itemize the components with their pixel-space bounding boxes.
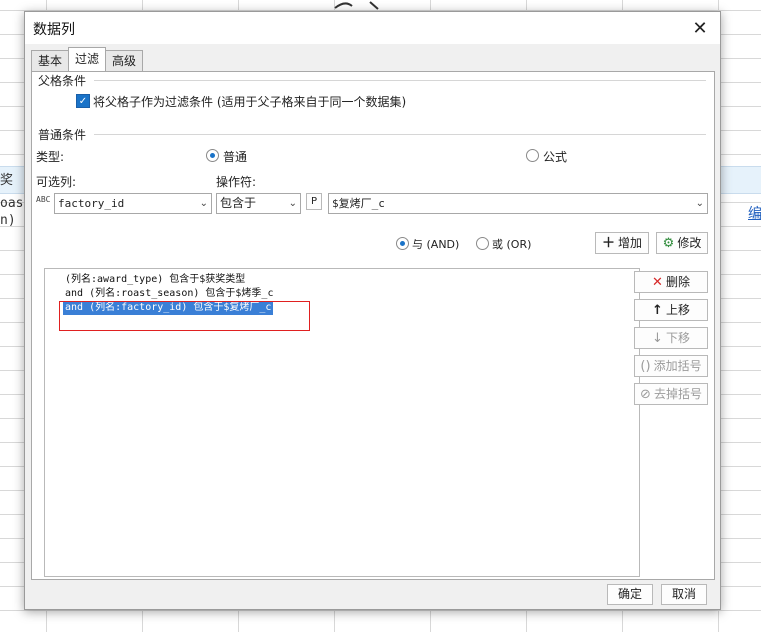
- background-sketch-icon: [334, 1, 379, 10]
- cancel-button[interactable]: 取消: [661, 584, 707, 605]
- dialog-title: 数据列: [33, 22, 75, 38]
- dialog-titlebar: 数据列 ✕: [25, 12, 720, 44]
- chevron-down-icon: ⌄: [199, 198, 208, 209]
- add-condition-label: 增加: [618, 236, 643, 250]
- background-edit-link[interactable]: 编: [748, 203, 761, 223]
- close-icon[interactable]: ✕: [680, 12, 720, 44]
- type-formula-label: 公式: [543, 150, 568, 164]
- remove-bracket-label: 去掉括号: [653, 387, 702, 401]
- modify-condition-button[interactable]: ⚙ 修改: [656, 232, 708, 254]
- parameter-type-button[interactable]: P: [306, 193, 322, 210]
- move-down-button[interactable]: ↓ 下移: [634, 327, 708, 349]
- dialog-tabs: 基本 过滤 高级: [31, 47, 144, 72]
- move-up-button[interactable]: ↑ 上移: [634, 299, 708, 321]
- arrow-down-icon: ↓: [652, 330, 663, 346]
- type-normal-label: 普通: [223, 150, 248, 164]
- parameter-value-select[interactable]: $复烤厂_c ⌄: [328, 193, 708, 214]
- remove-bracket-button[interactable]: ⊘ 去掉括号: [634, 383, 708, 405]
- move-down-label: 下移: [665, 331, 690, 345]
- remove-bracket-icon: ⊘: [640, 386, 651, 402]
- chevron-down-icon: ⌄: [695, 198, 704, 209]
- modify-condition-label: 修改: [677, 236, 702, 250]
- column-select[interactable]: factory_id ⌄: [54, 193, 212, 214]
- ok-button[interactable]: 确定: [607, 584, 653, 605]
- tab-filter[interactable]: 过滤: [68, 47, 107, 71]
- operator-select-value: 包含于: [220, 196, 257, 210]
- arrow-up-icon: ↑: [652, 302, 663, 318]
- filter-panel: 父格条件 ✓ 将父格子作为过滤条件 (适用于父子格来自于同一个数据集) 普通条件…: [31, 71, 715, 580]
- parent-condition-title: 父格条件: [38, 74, 87, 88]
- tab-advanced[interactable]: 高级: [105, 50, 144, 71]
- bracket-icon: (): [640, 358, 651, 374]
- plus-icon: ＋: [601, 235, 615, 251]
- logic-or-radio[interactable]: [476, 237, 489, 250]
- column-label: 可选列:: [36, 175, 77, 189]
- chevron-down-icon: ⌄: [288, 198, 297, 209]
- parent-filter-checkbox[interactable]: ✓: [76, 94, 90, 108]
- modify-icon: ⚙: [662, 235, 675, 251]
- group-divider: [94, 80, 706, 81]
- conditions-list[interactable]: (列名:award_type) 包含于$获奖类型 and (列名:roast_s…: [44, 268, 640, 577]
- move-up-label: 上移: [665, 303, 690, 317]
- logic-or-label: 或 (OR): [492, 238, 532, 251]
- logic-and-radio[interactable]: [396, 237, 409, 250]
- background-cell-text: 奖: [0, 173, 14, 188]
- add-bracket-button[interactable]: () 添加括号: [634, 355, 708, 377]
- type-label: 类型:: [36, 150, 65, 164]
- operator-label: 操作符:: [216, 175, 257, 189]
- add-bracket-label: 添加括号: [653, 359, 702, 373]
- parent-filter-checkbox-label: 将父格子作为过滤条件 (适用于父子格来自于同一个数据集): [93, 95, 407, 109]
- text-type-icon: ABC: [36, 195, 51, 204]
- tab-basic[interactable]: 基本: [31, 50, 70, 71]
- type-normal-radio[interactable]: [206, 149, 219, 162]
- group-divider: [94, 134, 706, 135]
- delete-label: 删除: [665, 275, 690, 289]
- data-column-dialog: 数据列 ✕ 基本 过滤 高级 父格条件 ✓ 将父格子作为过滤条件 (适用于父子格…: [24, 11, 721, 610]
- list-item[interactable]: and (列名:roast_season) 包含于$烤季_c: [65, 287, 273, 301]
- type-formula-radio[interactable]: [526, 149, 539, 162]
- delete-x-icon: ✕: [652, 274, 663, 290]
- common-condition-title: 普通条件: [38, 128, 87, 142]
- highlight-box: [59, 301, 310, 331]
- parameter-value: $复烤厂_c: [332, 197, 385, 210]
- add-condition-button[interactable]: ＋ 增加: [595, 232, 649, 254]
- operator-select[interactable]: 包含于 ⌄: [216, 193, 301, 214]
- list-item[interactable]: (列名:award_type) 包含于$获奖类型: [65, 273, 245, 287]
- background-cell-text: n): [0, 213, 16, 228]
- logic-and-label: 与 (AND): [412, 238, 460, 251]
- column-select-value: factory_id: [58, 197, 125, 210]
- delete-button[interactable]: ✕ 删除: [634, 271, 708, 293]
